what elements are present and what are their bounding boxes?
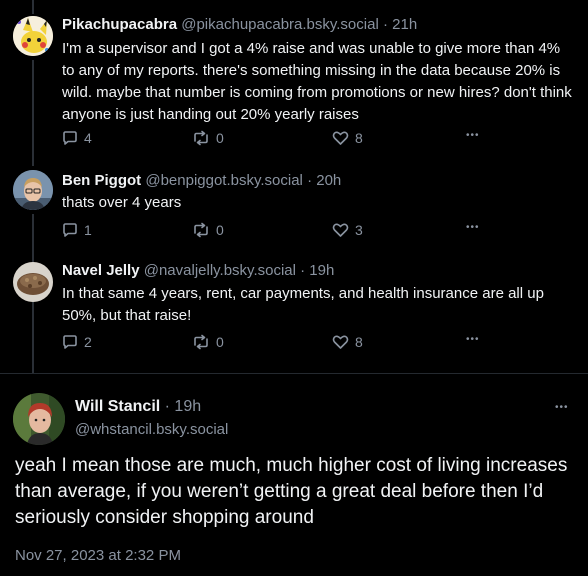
display-name[interactable]: Navel Jelly [62,262,140,279]
reply-button[interactable]: 1 [62,222,92,238]
handle[interactable]: @pikachupacabra.bsky.social [181,16,379,33]
like-button[interactable]: 8 [332,334,363,350]
like-count: 8 [355,334,363,350]
repost-count: 0 [216,334,224,350]
reply-button[interactable]: 2 [62,334,92,350]
more-button[interactable]: ••• [466,130,480,141]
post-header: Pikachupacabra @pikachupacabra.bsky.soci… [62,16,417,33]
display-name[interactable]: Pikachupacabra [62,16,177,33]
heart-icon [332,223,349,237]
repost-icon [194,334,208,350]
thread-line [32,306,34,374]
post-text: yeah I mean those are much, much higher … [15,455,568,528]
post-header: Ben Piggot @benpiggot.bsky.social · 20h [62,172,341,189]
divider [0,373,588,374]
post-actions: 4 0 8 ••• [62,130,502,150]
post-actions: 2 0 8 ••• [62,334,502,354]
timestamp[interactable]: · 19h [165,398,201,415]
more-button[interactable]: ••• [466,222,480,233]
thread-line [32,0,34,14]
reply-count: 2 [84,334,92,350]
repost-count: 0 [216,130,224,146]
heart-icon [332,131,349,145]
post-text: I'm a supervisor and I got a 4% raise an… [62,40,572,123]
more-icon: ••• [466,222,480,233]
more-icon: ••• [555,402,569,413]
more-button[interactable]: ••• [555,397,569,415]
avatar[interactable] [13,170,53,210]
avatar[interactable] [13,16,53,56]
handle[interactable]: @navaljelly.bsky.social [144,262,296,279]
thread-line [32,152,34,166]
reply-icon [63,223,77,237]
reply-icon [63,335,77,349]
repost-button[interactable]: 0 [192,334,224,350]
repost-icon [194,222,208,238]
repost-icon [194,130,208,146]
like-button[interactable]: 8 [332,130,363,146]
post-header: Navel Jelly @navaljelly.bsky.social · 19… [62,262,334,279]
repost-count: 0 [216,222,224,238]
reply-icon [63,131,77,145]
timestamp[interactable]: · 20h [307,172,341,189]
thread-line [32,60,34,152]
handle[interactable]: @benpiggot.bsky.social [145,172,303,189]
display-name[interactable]: Ben Piggot [62,172,141,189]
like-button[interactable]: 3 [332,222,363,238]
more-icon: ••• [466,130,480,141]
post-actions: 1 0 3 ••• [62,222,502,242]
like-count: 8 [355,130,363,146]
heart-icon [332,335,349,349]
more-button[interactable]: ••• [466,334,480,345]
display-name[interactable]: Will Stancil [75,398,160,415]
reply-count: 1 [84,222,92,238]
avatar[interactable] [13,393,65,445]
post-date: Nov 27, 2023 at 2:32 PM [15,547,181,564]
main-header: Will Stancil · 19h [75,398,201,416]
repost-button[interactable]: 0 [192,222,224,238]
more-icon: ••• [466,334,480,345]
post-text: thats over 4 years [62,194,182,211]
handle[interactable]: @whstancil.bsky.social [75,421,228,438]
repost-button[interactable]: 0 [192,130,224,146]
timestamp[interactable]: · 21h [383,16,417,33]
like-count: 3 [355,222,363,238]
avatar[interactable] [13,262,53,302]
post-text: In that same 4 years, rent, car payments… [62,285,544,324]
reply-count: 4 [84,130,92,146]
timestamp[interactable]: · 19h [300,262,334,279]
reply-button[interactable]: 4 [62,130,92,146]
